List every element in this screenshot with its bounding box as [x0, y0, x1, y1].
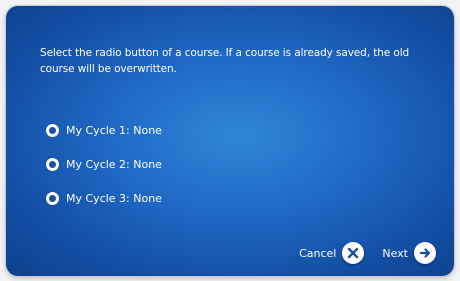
option-label: My Cycle 3: None [66, 191, 162, 205]
option-my-cycle-1[interactable]: My Cycle 1: None [46, 113, 162, 147]
cancel-button-label: Cancel [299, 246, 337, 260]
dialog-footer: Cancel Next [281, 242, 436, 264]
radio-button-cycle-3[interactable] [46, 191, 59, 205]
radio-button-cycle-1[interactable] [46, 123, 59, 137]
radio-button-cycle-2[interactable] [46, 157, 59, 171]
next-button[interactable]: Next [382, 242, 436, 264]
dialog-panel: Select the radio button of a course. If … [6, 6, 454, 276]
option-my-cycle-3[interactable]: My Cycle 3: None [46, 181, 162, 215]
arrow-right-icon[interactable] [414, 242, 436, 264]
option-label: My Cycle 1: None [66, 123, 162, 137]
cancel-button[interactable]: Cancel [299, 242, 365, 264]
course-options: My Cycle 1: None My Cycle 2: None My Cyc… [46, 113, 162, 215]
option-label: My Cycle 2: None [66, 157, 162, 171]
option-my-cycle-2[interactable]: My Cycle 2: None [46, 147, 162, 181]
next-button-label: Next [382, 246, 408, 260]
close-icon[interactable] [342, 242, 365, 264]
instructions-text: Select the radio button of a course. If … [40, 47, 410, 75]
